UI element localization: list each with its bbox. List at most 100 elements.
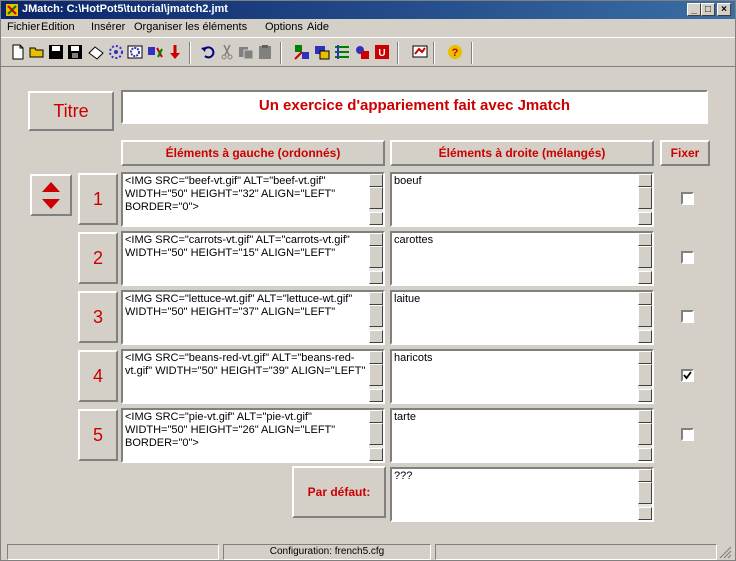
title-label-button[interactable]: Titre bbox=[28, 91, 114, 131]
fix-checkbox[interactable] bbox=[681, 428, 694, 441]
row-number-button[interactable]: 2 bbox=[78, 232, 118, 284]
vertical-scrollbar[interactable] bbox=[638, 410, 652, 461]
left-item-input[interactable]: <IMG SRC="beef-vt.gif" ALT="beef-vt.gif"… bbox=[121, 172, 385, 227]
cut-icon[interactable] bbox=[218, 43, 236, 61]
menu-aide[interactable]: Aide bbox=[307, 21, 329, 33]
fix-checkbox[interactable] bbox=[681, 251, 694, 264]
down-arrow-icon[interactable] bbox=[166, 43, 184, 61]
undo-icon[interactable] bbox=[199, 43, 217, 61]
config-2-icon[interactable] bbox=[313, 43, 331, 61]
move-row-buttons bbox=[30, 174, 72, 216]
vertical-scrollbar[interactable] bbox=[638, 351, 652, 402]
update-icon[interactable] bbox=[411, 43, 429, 61]
jmatch-app-icon bbox=[6, 4, 18, 16]
toolbar-separator bbox=[471, 42, 473, 64]
maximize-button[interactable]: □ bbox=[701, 3, 715, 16]
vertical-scrollbar[interactable] bbox=[369, 174, 383, 225]
vertical-scrollbar[interactable] bbox=[369, 351, 383, 402]
svg-text:U: U bbox=[378, 48, 385, 59]
svg-text:?: ? bbox=[452, 47, 459, 59]
move-down-icon[interactable] bbox=[40, 198, 62, 211]
vertical-scrollbar[interactable] bbox=[638, 292, 652, 343]
left-item-input[interactable]: <IMG SRC="pie-vt.gif" ALT="pie-vt.gif" W… bbox=[121, 408, 385, 463]
row-number-button[interactable]: 4 bbox=[78, 350, 118, 402]
left-item-text: <IMG SRC="beans-red-vt.gif" ALT="beans-r… bbox=[125, 352, 366, 377]
jmatch-window: JMatch: C:\HotPot5\tutorial\jmatch2.jmt … bbox=[0, 0, 736, 561]
toolbar-separator bbox=[433, 42, 435, 64]
left-item-input[interactable]: <IMG SRC="carrots-vt.gif" ALT="carrots-v… bbox=[121, 231, 385, 286]
close-icon: × bbox=[721, 4, 727, 15]
unicode-icon[interactable]: U bbox=[373, 43, 391, 61]
menu-edition[interactable]: Edition bbox=[41, 21, 75, 33]
close-button[interactable]: × bbox=[717, 3, 731, 16]
vertical-scrollbar[interactable] bbox=[638, 174, 652, 225]
right-item-text: haricots bbox=[394, 352, 433, 364]
help-icon[interactable]: ? bbox=[446, 43, 464, 61]
web-page-icon[interactable] bbox=[107, 43, 125, 61]
save-icon[interactable] bbox=[47, 43, 65, 61]
checkmark-icon bbox=[683, 371, 692, 380]
new-file-icon[interactable] bbox=[9, 43, 27, 61]
status-bar: Configuration: french5.cfg bbox=[1, 542, 735, 560]
fix-checkbox[interactable] bbox=[681, 192, 694, 205]
menu-fichier[interactable]: Fichier bbox=[7, 21, 40, 33]
add-item-icon[interactable] bbox=[146, 43, 164, 61]
right-item-input[interactable]: haricots bbox=[390, 349, 654, 404]
right-item-text: tarte bbox=[394, 411, 417, 423]
config-3-icon[interactable] bbox=[333, 43, 351, 61]
left-item-input[interactable]: <IMG SRC="lettuce-wt.gif" ALT="lettuce-w… bbox=[121, 290, 385, 345]
menu-bar: Fichier Edition Insérer Organiser les él… bbox=[1, 19, 735, 36]
paste-icon[interactable] bbox=[256, 43, 274, 61]
config-4-icon[interactable] bbox=[353, 43, 371, 61]
left-item-text: <IMG SRC="beef-vt.gif" ALT="beef-vt.gif"… bbox=[125, 175, 339, 213]
config-1-icon[interactable] bbox=[293, 43, 311, 61]
clear-icon[interactable] bbox=[87, 43, 105, 61]
minimize-icon: _ bbox=[691, 4, 697, 15]
window-title: JMatch: C:\HotPot5\tutorial\jmatch2.jmt bbox=[22, 3, 228, 15]
default-label-button[interactable]: Par défaut: bbox=[292, 466, 386, 518]
right-item-input[interactable]: boeuf bbox=[390, 172, 654, 227]
status-config: Configuration: french5.cfg bbox=[223, 544, 431, 560]
right-items-header: Éléments à droite (mélangés) bbox=[390, 140, 654, 166]
maximize-icon: □ bbox=[704, 4, 712, 15]
save-as-icon[interactable] bbox=[66, 43, 84, 61]
left-item-text: <IMG SRC="lettuce-wt.gif" ALT="lettuce-w… bbox=[125, 293, 356, 318]
right-item-text: carottes bbox=[394, 234, 434, 246]
right-item-text: laitue bbox=[394, 293, 421, 305]
toolbar: U ? bbox=[1, 37, 735, 67]
vertical-scrollbar[interactable] bbox=[369, 410, 383, 461]
menu-organiser[interactable]: Organiser les éléments bbox=[134, 21, 247, 33]
left-item-text: <IMG SRC="carrots-vt.gif" ALT="carrots-v… bbox=[125, 234, 353, 259]
fix-header: Fixer bbox=[660, 140, 710, 166]
default-answer-input[interactable]: ??? bbox=[390, 467, 654, 522]
row-number-button[interactable]: 3 bbox=[78, 291, 118, 343]
copy-icon[interactable] bbox=[237, 43, 255, 61]
open-folder-icon[interactable] bbox=[28, 43, 46, 61]
right-item-input[interactable]: tarte bbox=[390, 408, 654, 463]
row-number-button[interactable]: 5 bbox=[78, 409, 118, 461]
title-input[interactable]: Un exercice d'appariement fait avec Jmat… bbox=[121, 90, 708, 124]
web-page-alt-icon[interactable] bbox=[126, 43, 144, 61]
fix-checkbox[interactable] bbox=[681, 369, 694, 382]
resize-grip-icon[interactable] bbox=[719, 546, 732, 559]
row-number-button[interactable]: 1 bbox=[78, 173, 118, 225]
minimize-button[interactable]: _ bbox=[687, 3, 701, 16]
default-answer-text: ??? bbox=[394, 470, 413, 482]
move-up-icon[interactable] bbox=[40, 180, 62, 193]
left-item-input[interactable]: <IMG SRC="beans-red-vt.gif" ALT="beans-r… bbox=[121, 349, 385, 404]
right-item-input[interactable]: carottes bbox=[390, 231, 654, 286]
vertical-scrollbar[interactable] bbox=[638, 233, 652, 284]
vertical-scrollbar[interactable] bbox=[369, 292, 383, 343]
toolbar-separator bbox=[280, 42, 282, 64]
toolbar-separator bbox=[189, 42, 191, 64]
right-item-input[interactable]: laitue bbox=[390, 290, 654, 345]
left-items-header: Éléments à gauche (ordonnés) bbox=[121, 140, 385, 166]
title-bar[interactable]: JMatch: C:\HotPot5\tutorial\jmatch2.jmt … bbox=[1, 1, 735, 19]
menu-options[interactable]: Options bbox=[265, 21, 303, 33]
fix-checkbox[interactable] bbox=[681, 310, 694, 323]
toolbar-separator bbox=[397, 42, 399, 64]
vertical-scrollbar[interactable] bbox=[638, 469, 652, 520]
menu-inserer[interactable]: Insérer bbox=[91, 21, 125, 33]
status-panel-1 bbox=[7, 544, 219, 560]
vertical-scrollbar[interactable] bbox=[369, 233, 383, 284]
